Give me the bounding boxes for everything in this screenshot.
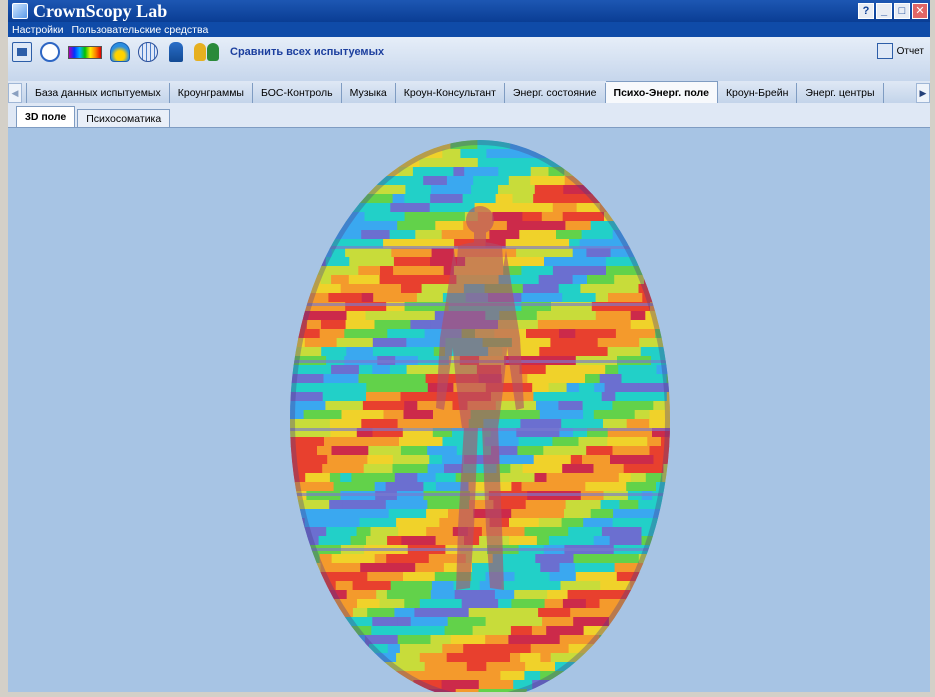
menu-bar: Настройки Пользовательские средства xyxy=(8,22,930,37)
save-icon[interactable] xyxy=(12,42,32,62)
sub-tab-strip: 3D поле Психосоматика xyxy=(8,103,930,128)
tab-energy-centers[interactable]: Энерг. центры xyxy=(797,83,884,103)
energy-field-visualization[interactable] xyxy=(8,128,930,692)
app-logo-icon xyxy=(12,3,28,19)
tab-crown-brain[interactable]: Кроун-Брейн xyxy=(718,83,798,103)
tab-scroll-right-icon[interactable]: ▶ xyxy=(916,83,930,103)
report-button[interactable]: Отчет xyxy=(876,43,924,59)
3d-field-viewport[interactable] xyxy=(8,128,930,692)
tab-subjects-database[interactable]: База данных испытуемых xyxy=(26,83,170,103)
main-tab-strip: ◀ База данных испытуемых Кроунграммы БОС… xyxy=(8,81,930,104)
spectrum-icon[interactable] xyxy=(68,45,102,59)
app-window: CrownScopy Lab ? _ □ ✕ Настройки Пользов… xyxy=(0,0,935,697)
tab-energy-state[interactable]: Энерг. состояние xyxy=(505,83,606,103)
help-button[interactable]: ? xyxy=(858,3,874,19)
tab-psycho-energy-field[interactable]: Психо-Энерг. поле xyxy=(605,81,718,103)
tab-crowngrams[interactable]: Кроунграммы xyxy=(170,83,253,103)
tab-crown-consultant[interactable]: Кроун-Консультант xyxy=(396,83,505,103)
compare-all-button[interactable]: Сравнить всех испытуемых xyxy=(230,46,384,58)
tab-music[interactable]: Музыка xyxy=(342,83,396,103)
tab-biofeedback[interactable]: БОС-Контроль xyxy=(253,83,342,103)
tab-scroll-left-icon[interactable]: ◀ xyxy=(8,83,22,103)
report-icon xyxy=(876,43,893,59)
aura-icon[interactable] xyxy=(110,42,130,62)
maximize-button[interactable]: □ xyxy=(894,3,910,19)
close-button[interactable]: ✕ xyxy=(912,3,928,19)
title-bar[interactable]: CrownScopy Lab ? _ □ ✕ xyxy=(8,0,930,22)
clock-icon[interactable] xyxy=(40,42,60,62)
subtab-psychosomatics[interactable]: Психосоматика xyxy=(77,109,171,127)
users-icon[interactable] xyxy=(194,43,220,61)
window-controls: ? _ □ ✕ xyxy=(858,3,928,19)
app-title: CrownScopy Lab xyxy=(33,0,168,21)
person-icon[interactable] xyxy=(169,42,183,62)
report-label: Отчет xyxy=(896,45,924,57)
toolbar: Сравнить всех испытуемых Отчет xyxy=(8,37,930,82)
menu-user-tools[interactable]: Пользовательские средства xyxy=(72,24,209,36)
globe-icon[interactable] xyxy=(138,42,158,62)
subtab-3d-field[interactable]: 3D поле xyxy=(16,106,76,127)
menu-settings[interactable]: Настройки xyxy=(12,24,64,36)
minimize-button[interactable]: _ xyxy=(876,3,892,19)
